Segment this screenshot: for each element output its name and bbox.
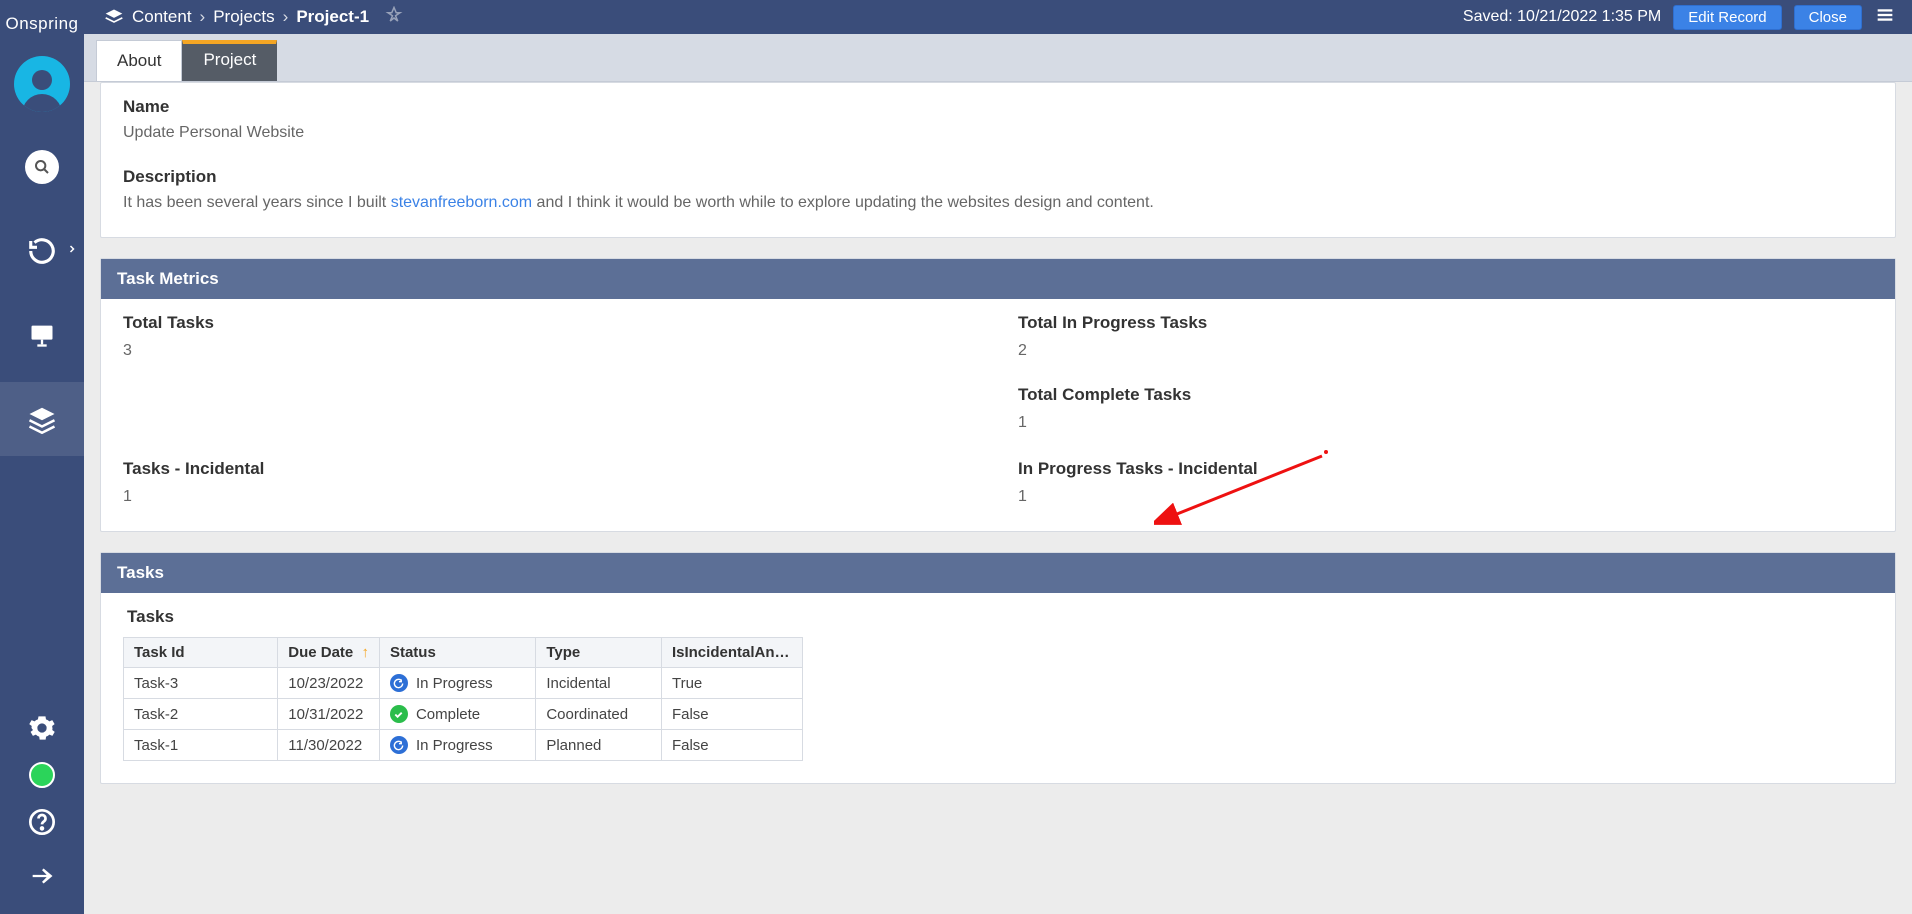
description-link[interactable]: stevanfreeborn.com	[391, 194, 532, 211]
cell-flag: False	[661, 730, 802, 761]
nav-expand-arrow[interactable]	[0, 856, 84, 896]
breadcrumb: Content › Projects › Project-1	[104, 6, 403, 29]
nav-help[interactable]	[0, 802, 84, 842]
chevron-right-icon	[66, 242, 78, 260]
help-icon	[28, 808, 56, 836]
metric-in-progress-incidental: In Progress Tasks - Incidental 1	[1018, 459, 1873, 509]
pin-icon[interactable]	[385, 6, 403, 29]
name-value: Update Personal Website	[123, 121, 1873, 145]
description-text-post: and I think it would be worth while to e…	[532, 194, 1154, 211]
metric-value: 1	[1018, 485, 1873, 509]
nav-settings[interactable]	[0, 708, 84, 748]
name-label: Name	[123, 97, 1873, 117]
description-value: It has been several years since I built …	[123, 191, 1873, 215]
status-complete-icon	[390, 705, 408, 723]
th-label: Due Date	[288, 644, 353, 661]
th-status[interactable]: Status	[379, 638, 535, 668]
cell-due-date: 11/30/2022	[278, 730, 380, 761]
arrow-right-icon	[28, 862, 56, 890]
cell-due-date: 10/23/2022	[278, 668, 380, 699]
tasks-table: Task Id Due Date ↑ Status Type IsInciden…	[123, 637, 803, 761]
gear-icon	[28, 714, 56, 742]
sort-asc-icon: ↑	[361, 644, 369, 661]
cell-task-id: Task-2	[124, 699, 278, 730]
status-progress-icon	[390, 736, 408, 754]
sidebar: Onspring	[0, 0, 84, 914]
metric-label: Tasks - Incidental	[123, 459, 978, 479]
search-icon	[25, 150, 59, 184]
cell-flag: False	[661, 699, 802, 730]
cell-type: Coordinated	[536, 699, 662, 730]
panel-project-info: Name Update Personal Website Description…	[100, 82, 1896, 238]
metric-complete-tasks: Total Complete Tasks 1	[1018, 385, 1873, 435]
description-text-pre: It has been several years since I built	[123, 194, 391, 211]
nav-dashboards[interactable]	[0, 298, 84, 372]
cell-status: Complete	[379, 699, 535, 730]
chevron-right-icon: ›	[200, 7, 206, 27]
metric-label: Total In Progress Tasks	[1018, 313, 1873, 333]
metric-label: Total Tasks	[123, 313, 978, 333]
nav-history[interactable]	[0, 214, 84, 288]
menu-icon[interactable]	[1874, 4, 1896, 31]
cell-flag: True	[661, 668, 802, 699]
cell-status: In Progress	[379, 668, 535, 699]
edit-record-button[interactable]: Edit Record	[1673, 5, 1781, 30]
saved-timestamp: Saved: 10/21/2022 1:35 PM	[1463, 8, 1661, 26]
tab-project[interactable]: Project	[182, 40, 277, 81]
panel-task-metrics: Task Metrics Total Tasks 3 Total In Prog…	[100, 258, 1896, 532]
th-task-id[interactable]: Task Id	[124, 638, 278, 668]
cell-due-date: 10/31/2022	[278, 699, 380, 730]
metric-label: In Progress Tasks - Incidental	[1018, 459, 1873, 479]
nav-search[interactable]	[0, 130, 84, 204]
tab-bar: About Project	[84, 34, 1912, 82]
table-row[interactable]: Task-111/30/2022In ProgressPlannedFalse	[124, 730, 803, 761]
avatar[interactable]	[0, 46, 84, 130]
metric-value: 1	[1018, 411, 1873, 435]
metric-label: Total Complete Tasks	[1018, 385, 1873, 405]
metric-value: 3	[123, 339, 978, 363]
cell-type: Planned	[536, 730, 662, 761]
crumb-content[interactable]: Content	[132, 7, 192, 27]
status-indicator[interactable]	[29, 762, 55, 788]
brand-logo: Onspring	[6, 6, 79, 46]
nav-content[interactable]	[0, 382, 84, 456]
crumb-projects[interactable]: Projects	[213, 7, 274, 27]
th-type[interactable]: Type	[536, 638, 662, 668]
close-button[interactable]: Close	[1794, 5, 1862, 30]
metric-value: 2	[1018, 339, 1873, 363]
metric-total-tasks: Total Tasks 3	[123, 313, 978, 435]
description-label: Description	[123, 167, 1873, 187]
history-icon	[27, 236, 57, 266]
layers-icon	[27, 404, 57, 434]
panel-tasks: Tasks Tasks Task Id Due Date ↑ Status	[100, 552, 1896, 784]
status-progress-icon	[390, 674, 408, 692]
tasks-subheader: Tasks	[123, 607, 1873, 637]
metric-tasks-incidental: Tasks - Incidental 1	[123, 459, 978, 509]
metric-in-progress-tasks: Total In Progress Tasks 2	[1018, 313, 1873, 363]
crumb-current: Project-1	[296, 7, 369, 27]
table-header-row: Task Id Due Date ↑ Status Type IsInciden…	[124, 638, 803, 668]
topbar: Content › Projects › Project-1 Saved: 10…	[84, 0, 1912, 34]
th-incidental-flag[interactable]: IsIncidentalAnd…	[661, 638, 802, 668]
cell-task-id: Task-3	[124, 668, 278, 699]
th-due-date[interactable]: Due Date ↑	[278, 638, 380, 668]
cell-task-id: Task-1	[124, 730, 278, 761]
presentation-icon	[28, 321, 56, 349]
chevron-right-icon: ›	[283, 7, 289, 27]
table-row[interactable]: Task-210/31/2022CompleteCoordinatedFalse	[124, 699, 803, 730]
panel-header-metrics: Task Metrics	[101, 259, 1895, 299]
panel-header-tasks: Tasks	[101, 553, 1895, 593]
th-label: IsIncidentalAnd…	[672, 644, 792, 661]
metric-value: 1	[123, 485, 978, 509]
cell-status: In Progress	[379, 730, 535, 761]
tab-about[interactable]: About	[96, 40, 182, 81]
cell-type: Incidental	[536, 668, 662, 699]
table-row[interactable]: Task-310/23/2022In ProgressIncidentalTru…	[124, 668, 803, 699]
layers-icon	[104, 7, 124, 27]
